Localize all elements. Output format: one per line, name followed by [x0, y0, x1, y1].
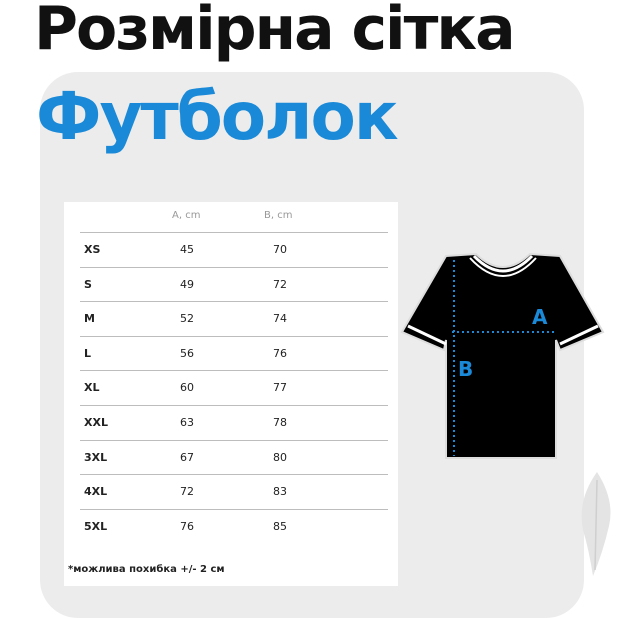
tolerance-note: *можлива похибка +/- 2 см — [68, 564, 225, 575]
page-subtitle: Футболок — [36, 78, 399, 155]
measure-b-cell: 85 — [273, 519, 287, 533]
tshirt-diagram: A B — [400, 252, 605, 459]
table-row: L 56 76 — [80, 335, 388, 371]
column-header-b: B, cm — [264, 210, 293, 221]
size-cell: 5XL — [84, 519, 108, 533]
measure-a-cell: 52 — [180, 312, 194, 326]
size-cell: M — [84, 312, 95, 326]
size-cell: 4XL — [84, 485, 108, 499]
measure-b-cell: 76 — [273, 346, 287, 360]
page-title: Розмірна сітка — [34, 0, 516, 64]
measure-b-cell: 72 — [273, 277, 287, 291]
table-row: M 52 74 — [80, 301, 388, 336]
size-cell: XS — [84, 243, 101, 256]
table-row: XS 45 70 — [80, 232, 388, 267]
measure-a-cell: 63 — [180, 416, 194, 429]
measure-b-cell: 80 — [273, 450, 287, 464]
table-row: S 49 72 — [80, 266, 388, 302]
size-cell: 3XL — [84, 450, 108, 464]
measure-a-cell: 72 — [180, 485, 194, 499]
table-row: XL 60 77 — [80, 370, 388, 405]
measure-a-cell: 67 — [180, 450, 194, 464]
sparkle-icon — [564, 24, 600, 64]
measure-a-cell: 49 — [180, 277, 194, 291]
label-b: B — [458, 357, 473, 381]
size-cell: XXL — [84, 416, 108, 429]
table-row: XXL 63 78 — [80, 405, 388, 440]
size-cell: L — [84, 346, 92, 360]
measure-a-cell: 60 — [180, 381, 194, 395]
measure-a-cell: 45 — [180, 243, 194, 256]
measure-b-cell: 77 — [273, 381, 287, 395]
leaf-decoration-icon — [581, 472, 611, 576]
measure-b-cell: 83 — [273, 485, 287, 499]
measure-b-cell: 70 — [273, 243, 287, 256]
table-row: 4XL 72 83 — [80, 474, 388, 509]
table-row: 5XL 76 85 — [80, 508, 388, 544]
measure-b-cell: 78 — [273, 416, 287, 429]
size-cell: S — [84, 277, 92, 291]
measure-a-cell: 56 — [180, 346, 194, 360]
table-row: 3XL 67 80 — [80, 439, 388, 475]
size-table: A, cm B, cm XS 45 70 S 49 72 M 52 74 L 56 76 XL 60 77 X… — [64, 202, 398, 586]
size-cell: XL — [84, 381, 100, 395]
measure-a-cell: 76 — [180, 519, 194, 533]
measure-b-cell: 74 — [273, 312, 287, 326]
column-header-a: A, cm — [172, 210, 201, 221]
label-a: A — [532, 305, 548, 329]
